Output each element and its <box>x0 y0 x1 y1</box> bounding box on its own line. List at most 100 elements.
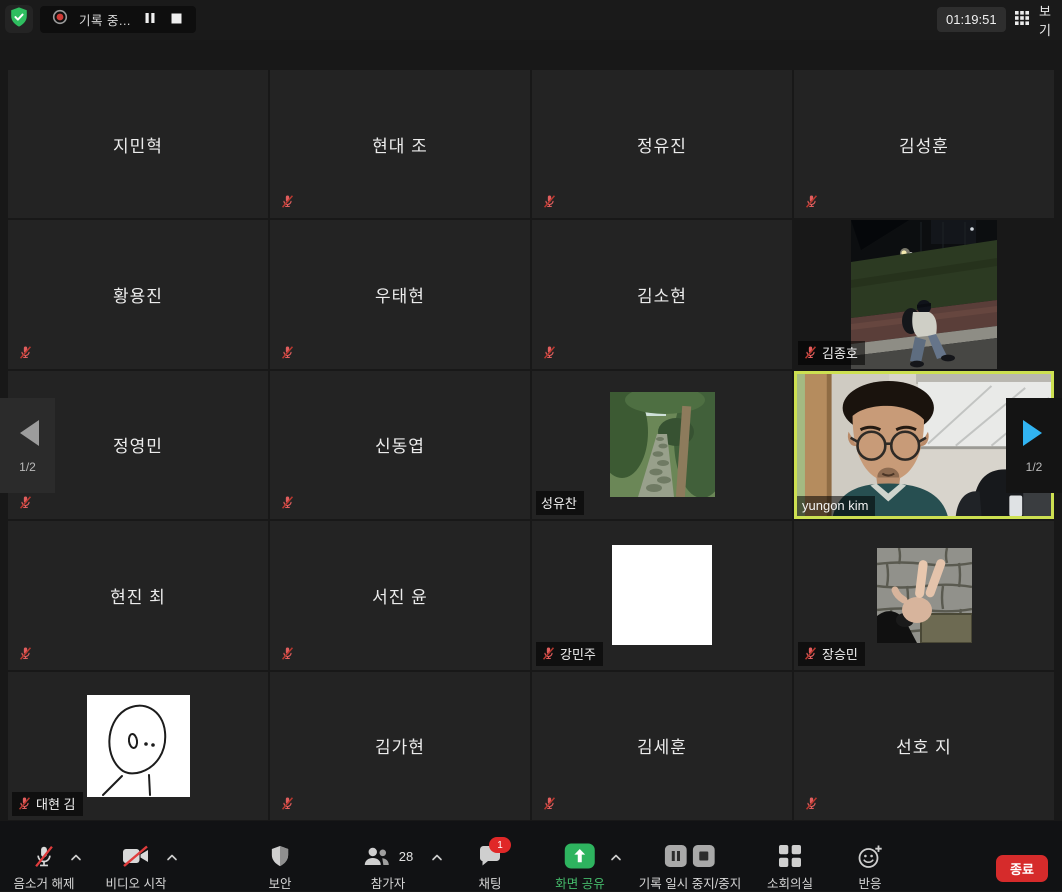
toolbar-item-label: 화면 공유 <box>555 873 604 892</box>
chevron-up-icon[interactable] <box>167 854 178 861</box>
participant-name: 김종호 <box>822 343 858 362</box>
pause-recording-button[interactable] <box>142 10 158 29</box>
mic-muted-icon <box>542 345 557 360</box>
toolbar-item-label: 보안 <box>268 873 291 892</box>
toolbar-item-chat[interactable]: 1 채팅 <box>478 843 502 892</box>
reactions-icon <box>857 844 883 869</box>
chat-unread-badge: 1 <box>489 837 511 853</box>
toolbar-item-icons <box>778 843 802 869</box>
participant-grid: 지민혁현대 조정유진김성훈황용진우태현김소현김종호정영민신동엽성유찬yungon… <box>8 70 1054 820</box>
participant-name: 현진 최 <box>8 521 268 669</box>
participant-name: 우태현 <box>270 220 530 368</box>
participant-name: 황용진 <box>8 220 268 368</box>
participant-tile[interactable]: 장승민 <box>794 521 1054 669</box>
toolbar-item-label: 비디오 시작 <box>106 873 167 892</box>
participant-tile[interactable]: 강민주 <box>532 521 792 669</box>
participant-name: 신동엽 <box>270 371 530 519</box>
mic-muted-icon <box>804 796 819 811</box>
meeting-top-bar: 기록 중... 01:19:51 보기 <box>0 0 1062 40</box>
chevron-up-icon[interactable] <box>611 854 622 861</box>
participant-tile[interactable]: 우태현 <box>270 220 530 368</box>
participant-name: 선호 지 <box>794 672 1054 820</box>
pause-icon <box>144 12 156 27</box>
participant-name: 대현 김 <box>36 794 76 813</box>
chevron-up-icon[interactable] <box>432 854 443 861</box>
participant-name-label: 대현 김 <box>12 792 83 816</box>
right-arrow-icon <box>1021 418 1047 453</box>
participant-name: 현대 조 <box>270 70 530 218</box>
previous-page-button[interactable]: 1/2 <box>0 398 55 493</box>
participant-tile[interactable]: 현진 최 <box>8 521 268 669</box>
participants-count: 28 <box>399 849 413 864</box>
mic-muted-icon <box>280 646 295 661</box>
participant-name: yungon kim <box>802 498 868 513</box>
participant-name: 김소현 <box>532 220 792 368</box>
view-button[interactable]: 보기 <box>1009 7 1062 32</box>
participant-tile[interactable]: 성유찬 <box>532 371 792 519</box>
chevron-up-icon[interactable] <box>71 854 82 861</box>
end-meeting-button[interactable]: 종료 <box>996 855 1048 882</box>
participant-name: 김성훈 <box>794 70 1054 218</box>
toolbar-item-icons: 28 <box>363 843 413 869</box>
participant-name: 서진 윤 <box>270 521 530 669</box>
breakout-rooms-icon <box>778 844 802 868</box>
participants-icon <box>363 846 391 867</box>
participant-tile[interactable]: 황용진 <box>8 220 268 368</box>
recording-indicator: 기록 중... <box>40 6 196 33</box>
stop-icon <box>171 12 182 27</box>
toolbar-item-icons <box>665 843 715 869</box>
mic-muted-icon <box>280 194 295 209</box>
participant-name-label: yungon kim <box>797 496 875 516</box>
toolbar-item-label: 채팅 <box>478 873 501 892</box>
stop-recording-toolbar-button[interactable] <box>693 845 715 867</box>
toolbar-item-icons <box>31 843 56 869</box>
grid-view-icon <box>1015 11 1029 28</box>
toolbar-item-label: 음소거 해제 <box>14 873 75 892</box>
mic-muted-icon <box>280 345 295 360</box>
next-page-button[interactable]: 1/2 <box>1006 398 1062 493</box>
participant-name-label: 강민주 <box>536 642 603 666</box>
participant-tile[interactable]: 대현 김 <box>8 672 268 820</box>
toolbar-item-start-video[interactable]: 비디오 시작 <box>106 843 167 892</box>
participant-name: 김세훈 <box>532 672 792 820</box>
participant-tile[interactable]: 김소현 <box>532 220 792 368</box>
participant-name: 성유찬 <box>541 493 577 512</box>
participant-name: 장승민 <box>822 644 858 663</box>
mic-muted-icon <box>18 345 33 360</box>
participant-tile[interactable]: 서진 윤 <box>270 521 530 669</box>
toolbar-item-participants[interactable]: 28 참가자 <box>363 843 413 892</box>
toolbar-item-record-control[interactable]: 기록 일시 중지/중지 <box>639 843 741 892</box>
recording-status-label: 기록 중... <box>79 10 131 29</box>
participant-name: 정유진 <box>532 70 792 218</box>
security-badge-button[interactable] <box>5 5 33 33</box>
participant-tile[interactable]: 선호 지 <box>794 672 1054 820</box>
participant-tile[interactable]: 지민혁 <box>8 70 268 218</box>
mic-muted-icon <box>541 646 555 660</box>
record-icon <box>52 9 68 30</box>
toolbar-item-icons <box>857 843 883 869</box>
toolbar-item-label: 참가자 <box>371 873 406 892</box>
participant-tile[interactable]: 김가현 <box>270 672 530 820</box>
participant-tile[interactable]: 김성훈 <box>794 70 1054 218</box>
pause-recording-toolbar-button[interactable] <box>665 845 687 867</box>
toolbar-item-security[interactable]: 보안 <box>268 843 291 892</box>
stop-recording-button[interactable] <box>169 10 184 29</box>
toolbar-item-unmute[interactable]: 음소거 해제 <box>14 843 75 892</box>
mic-muted-icon <box>18 495 33 510</box>
participant-tile[interactable]: 현대 조 <box>270 70 530 218</box>
toolbar-item-label: 소회의실 <box>767 873 813 892</box>
mic-muted-icon <box>542 796 557 811</box>
mic-muted-icon <box>542 194 557 209</box>
participant-tile[interactable]: 신동엽 <box>270 371 530 519</box>
page-indicator: 1/2 <box>1026 460 1043 474</box>
participant-name-label: 성유찬 <box>536 491 584 515</box>
participant-tile[interactable]: 김세훈 <box>532 672 792 820</box>
toolbar-item-breakout-rooms[interactable]: 소회의실 <box>767 843 813 892</box>
toolbar-item-icons: 1 <box>478 843 502 869</box>
participant-tile[interactable]: 김종호 <box>794 220 1054 368</box>
toolbar-item-label: 반응 <box>858 873 881 892</box>
toolbar-item-share-screen[interactable]: 화면 공유 <box>555 843 604 892</box>
participant-tile[interactable]: 정유진 <box>532 70 792 218</box>
toolbar-item-icons <box>122 843 150 869</box>
toolbar-item-reactions[interactable]: 반응 <box>857 843 883 892</box>
